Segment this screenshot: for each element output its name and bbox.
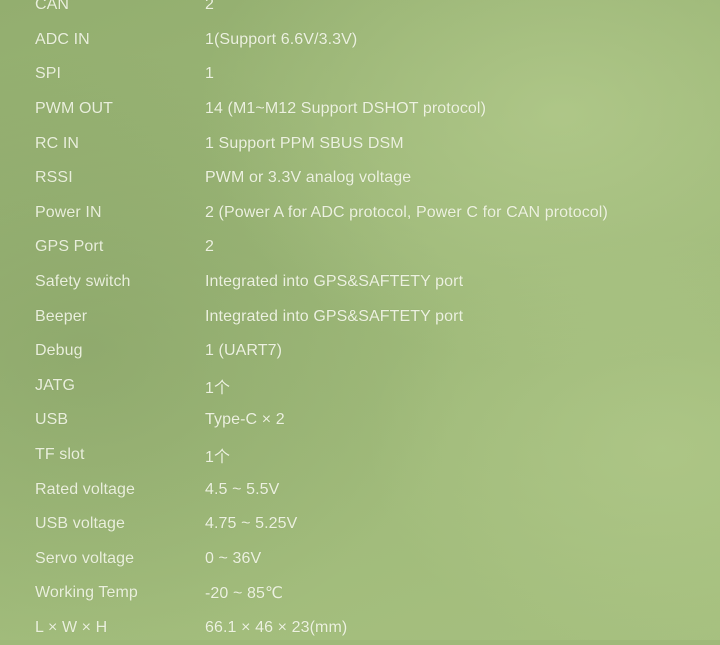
spec-value: 1 (UART7) — [205, 342, 283, 360]
spec-label: CAN — [35, 0, 70, 14]
spec-value: 1(Support 6.6V/3.3V) — [205, 30, 358, 48]
spec-label: RSSI — [35, 169, 73, 187]
spec-value: 1 — [205, 65, 214, 83]
spec-label: Debug — [35, 342, 83, 360]
spec-value: -20 ~ 85℃ — [205, 585, 284, 603]
spec-value: 0 ~ 36V — [205, 549, 262, 567]
spec-value: 2 — [205, 238, 214, 256]
spec-label: Power IN — [35, 203, 102, 221]
spec-value: 1个 — [205, 379, 231, 397]
spec-value: Type-C × 2 — [205, 411, 285, 429]
spec-label: Safety switch — [35, 273, 131, 291]
spec-row-beeper: Beeper Integrated into GPS&SAFTETY port — [0, 299, 720, 334]
spec-value: 4.75 ~ 5.25V — [205, 515, 298, 533]
spec-value: Integrated into GPS&SAFTETY port — [205, 307, 464, 325]
spec-value: PWM or 3.3V analog voltage — [205, 169, 412, 187]
spec-label: TF slot — [35, 446, 85, 464]
spec-row-usb: USB Type-C × 2 — [0, 403, 720, 438]
spec-label: JATG — [35, 376, 76, 394]
spec-row-adc-in: ADC IN 1(Support 6.6V/3.3V) — [0, 23, 720, 58]
spec-label: PWM OUT — [35, 100, 114, 118]
spec-row-debug: Debug 1 (UART7) — [0, 334, 720, 369]
spec-row-rated-voltage: Rated voltage 4.5 ~ 5.5V — [0, 472, 720, 507]
spec-row-pwm-out: PWM OUT 14 (M1~M12 Support DSHOT protoco… — [0, 92, 720, 127]
spec-label: RC IN — [35, 134, 80, 152]
spec-label: Servo voltage — [35, 549, 135, 567]
spec-value: Integrated into GPS&SAFTETY port — [205, 273, 464, 291]
spec-label: GPS Port — [35, 238, 104, 256]
spec-row-tf-slot: TF slot 1个 — [0, 438, 720, 473]
spec-row-gps-port: GPS Port 2 — [0, 230, 720, 265]
spec-row-servo-voltage: Servo voltage 0 ~ 36V — [0, 542, 720, 577]
spec-value: 4.5 ~ 5.5V — [205, 480, 280, 498]
spec-value: 2 (Power A for ADC protocol, Power C for… — [205, 203, 608, 221]
spec-label: SPI — [35, 65, 62, 83]
spec-value: 1 Support PPM SBUS DSM — [205, 134, 404, 152]
spec-value: 1个 — [205, 449, 231, 467]
spec-row-safety-switch: Safety switch Integrated into GPS&SAFTET… — [0, 265, 720, 300]
spec-value: 66.1 × 46 × 23(mm) — [205, 618, 348, 636]
spec-row-jatg: JATG 1个 — [0, 369, 720, 404]
spec-value: 2 — [205, 0, 214, 14]
spec-row-can: CAN 2 — [0, 0, 720, 23]
spec-row-rssi: RSSI PWM or 3.3V analog voltage — [0, 161, 720, 196]
spec-label: Working Temp — [35, 584, 138, 602]
spec-row-spi: SPI 1 — [0, 57, 720, 92]
spec-label: ADC IN — [35, 30, 90, 48]
spec-label: L × W × H — [35, 618, 108, 636]
spec-label: Rated voltage — [35, 480, 136, 498]
spec-value: 14 (M1~M12 Support DSHOT protocol) — [205, 100, 487, 118]
spec-row-power-in: Power IN 2 (Power A for ADC protocol, Po… — [0, 196, 720, 231]
spec-label: USB voltage — [35, 515, 126, 533]
spec-row-working-temp: Working Temp -20 ~ 85℃ — [0, 576, 720, 611]
spec-row-usb-voltage: USB voltage 4.75 ~ 5.25V — [0, 507, 720, 542]
spec-label: Beeper — [35, 307, 88, 325]
spec-label: USB — [35, 411, 69, 429]
spec-row-rc-in: RC IN 1 Support PPM SBUS DSM — [0, 126, 720, 161]
spec-table: CAN 2 ADC IN 1(Support 6.6V/3.3V) SPI 1 … — [0, 0, 720, 645]
